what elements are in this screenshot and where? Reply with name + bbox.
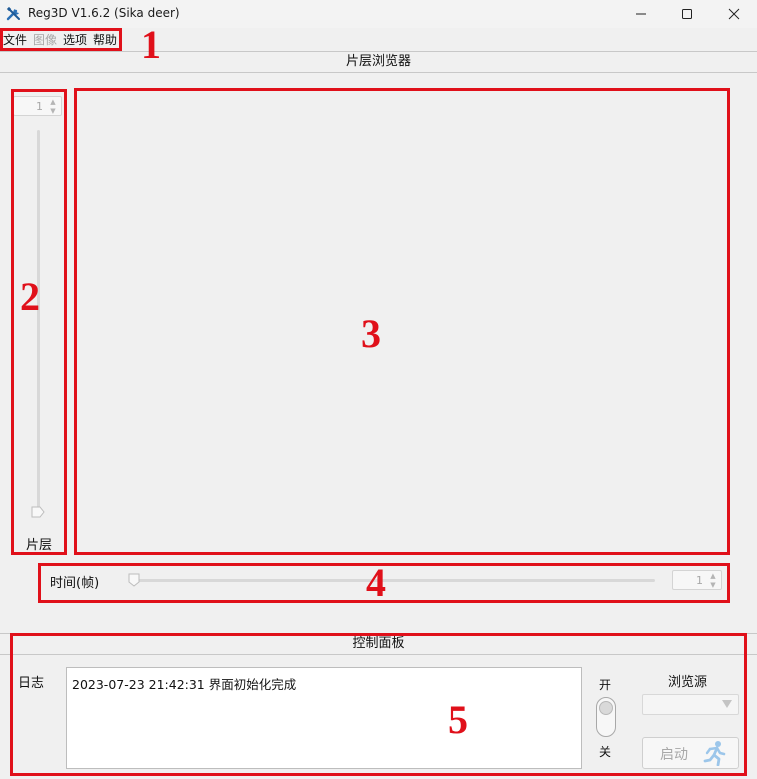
running-person-icon — [703, 741, 726, 766]
menu-file[interactable]: 文件 — [3, 31, 27, 48]
toggle-off-label: 关 — [599, 745, 612, 759]
control-panel-header: 控制面板 — [0, 633, 757, 655]
browse-source-label: 浏览源 — [668, 675, 708, 690]
slice-slider-handle[interactable] — [31, 506, 45, 518]
maximize-icon — [682, 9, 692, 19]
slice-browser-header: 片层浏览器 — [0, 51, 757, 73]
menu-help[interactable]: 帮助 — [93, 31, 117, 48]
log-textarea[interactable]: 2023-07-23 21:42:31 界面初始化完成 — [66, 667, 582, 769]
start-button[interactable]: 启动 — [642, 737, 739, 769]
toggle-on-label: 开 — [599, 678, 612, 692]
time-spinbox-value: 1 — [696, 574, 703, 587]
close-button[interactable] — [711, 0, 757, 28]
window-title: Reg3D V1.6.2 (Sika deer) — [28, 6, 180, 20]
menu-options[interactable]: 选项 — [63, 31, 87, 48]
annotation-number-1: 1 — [141, 22, 161, 67]
slice-spinbox-value: 1 — [36, 100, 43, 113]
minimize-icon — [636, 13, 646, 15]
time-slider-handle[interactable] — [128, 573, 140, 587]
annotation-number-3: 3 — [361, 311, 381, 356]
maximize-button[interactable] — [664, 0, 710, 28]
annotation-number-4: 4 — [366, 560, 386, 605]
log-line: 2023-07-23 21:42:31 界面初始化完成 — [72, 677, 297, 692]
slice-spinbox[interactable]: 1 ▲ ▼ — [13, 96, 62, 116]
app-window: Reg3D V1.6.2 (Sika deer) 文件 图像 选项 帮助 片层浏… — [0, 0, 757, 779]
image-viewer[interactable] — [76, 89, 728, 553]
menu-bar: 文件 图像 选项 帮助 — [0, 28, 757, 50]
annotation-number-2: 2 — [20, 274, 40, 319]
on-off-toggle[interactable] — [596, 697, 616, 737]
annotation-number-5: 5 — [448, 697, 468, 742]
title-bar: Reg3D V1.6.2 (Sika deer) — [0, 0, 757, 28]
time-label: 时间(帧) — [50, 576, 100, 591]
slice-slider-track[interactable] — [37, 130, 40, 508]
time-slider-track[interactable] — [132, 579, 655, 582]
toggle-knob — [599, 701, 613, 715]
chevron-down-icon — [722, 700, 732, 708]
tools-icon — [6, 6, 20, 21]
time-spinbox[interactable]: 1 ▲ ▼ — [672, 570, 722, 590]
log-label: 日志 — [18, 676, 45, 691]
slice-label: 片层 — [26, 538, 53, 553]
spin-arrows-icon[interactable]: ▲ ▼ — [708, 572, 718, 590]
menu-image[interactable]: 图像 — [33, 31, 57, 48]
minimize-button[interactable] — [618, 0, 664, 28]
spin-arrows-icon[interactable]: ▲ ▼ — [48, 98, 58, 116]
browse-source-select[interactable] — [642, 694, 739, 715]
close-icon — [728, 8, 740, 20]
start-button-label: 启动 — [660, 747, 688, 763]
